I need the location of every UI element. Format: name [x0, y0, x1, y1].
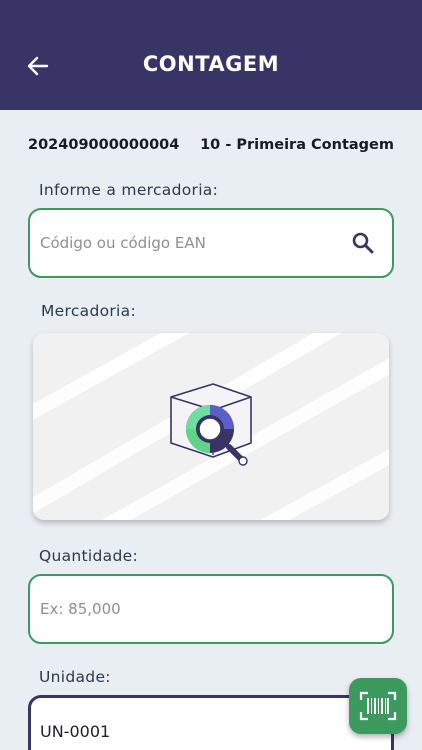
- search-icon: [352, 232, 374, 254]
- app-bar: CONTAGEM: [0, 0, 422, 110]
- count-stage: 10 - Primeira Contagem: [200, 137, 394, 153]
- count-info-row: 202409000000004 10 - Primeira Contagem: [28, 137, 394, 153]
- unit-select[interactable]: UN-0001: [28, 695, 394, 750]
- quantity-placeholder: Ex: 85,000: [40, 600, 121, 618]
- barcode-scan-icon: [359, 691, 397, 721]
- quantity-label: Quantidade:: [39, 547, 138, 565]
- product-search-placeholder: Código ou código EAN: [40, 234, 206, 252]
- quantity-input[interactable]: Ex: 85,000: [28, 574, 394, 644]
- unit-label: Unidade:: [39, 668, 111, 686]
- search-button[interactable]: [350, 230, 376, 256]
- box-search-icon: [170, 383, 252, 466]
- scan-barcode-button[interactable]: [349, 678, 407, 734]
- product-image-card: [33, 333, 389, 520]
- count-code: 202409000000004: [28, 137, 180, 153]
- product-label: Mercadoria:: [41, 302, 136, 320]
- product-search-label: Informe a mercadoria:: [39, 181, 219, 199]
- product-search-input[interactable]: Código ou código EAN: [28, 208, 394, 278]
- unit-value: UN-0001: [40, 722, 111, 741]
- page-title: CONTAGEM: [142, 52, 280, 76]
